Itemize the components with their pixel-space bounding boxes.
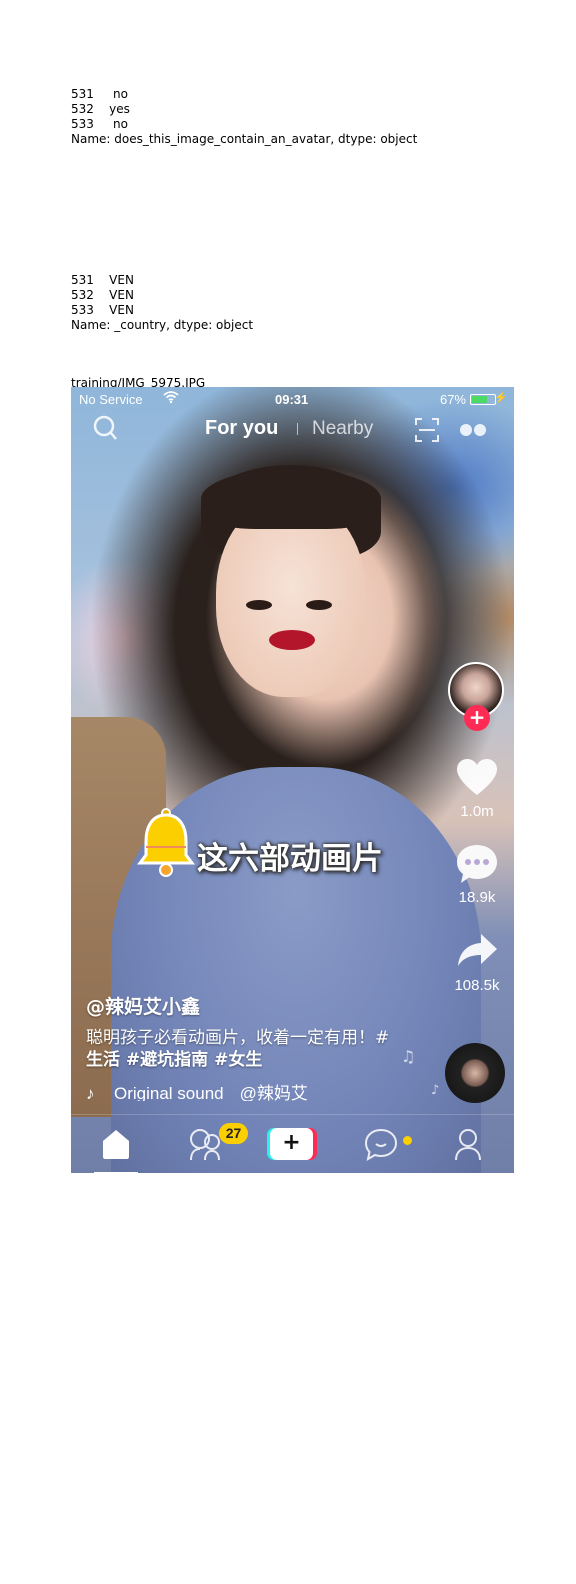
output-block-country: 531 VEN 532 VEN 533 VEN Name: _country, dty… <box>71 273 253 333</box>
carrier-label: No Service <box>79 392 143 407</box>
bottom-tab-bar: 27 + <box>71 1114 514 1173</box>
sound-title: Original sound <box>114 1084 224 1101</box>
heart-icon <box>457 759 497 795</box>
sound-author: @辣妈艾 <box>239 1084 308 1101</box>
charging-bolt-icon: ⚡ <box>494 392 508 404</box>
background-eye <box>306 600 332 610</box>
share-count: 108.5k <box>454 977 500 994</box>
status-bar: No Service 09:31 67% ⚡ <box>71 387 514 411</box>
music-note-icon: ♪ <box>431 1083 440 1098</box>
post-description: 聪明孩子必看动画片，收着一定有用！# 生活 #避坑指南 #女生 <box>86 1027 416 1071</box>
wifi-icon <box>163 390 179 407</box>
output-row: 531 VEN <box>71 273 134 287</box>
clock: 09:31 <box>275 392 309 407</box>
battery-icon <box>470 394 496 405</box>
home-icon[interactable] <box>96 1127 136 1161</box>
post-description-line: 聪明孩子必看动画片，收着一定有用！# <box>86 1028 390 1048</box>
active-tab-indicator <box>94 1172 138 1173</box>
background-eye <box>246 600 272 610</box>
output-name-line: Name: _country, dtype: object <box>71 318 254 332</box>
battery-percent: 67% <box>439 392 466 407</box>
create-icon: + <box>267 1128 317 1160</box>
post-username[interactable]: @辣妈艾小鑫 <box>86 992 416 1019</box>
background-fringe <box>201 469 381 529</box>
output-row: 533 VEN <box>71 303 134 317</box>
inbox-notification-dot <box>403 1136 412 1145</box>
inbox-icon[interactable] <box>361 1127 401 1161</box>
friends-badge: 27 <box>219 1123 248 1144</box>
bell-icon <box>137 808 195 877</box>
search-icon[interactable] <box>93 415 117 443</box>
output-row: 532 VEN <box>71 288 134 302</box>
create-button[interactable]: + <box>267 1128 317 1160</box>
scan-icon[interactable] <box>414 417 440 443</box>
share-button[interactable]: 108.5k <box>442 932 512 994</box>
tab-nearby[interactable]: Nearby <box>312 418 373 440</box>
create-plus: + <box>270 1128 313 1160</box>
more-icon[interactable] <box>459 422 489 438</box>
music-note-icon: ♫ <box>401 1047 416 1066</box>
tiktok-note-icon: ♪ <box>86 1084 95 1101</box>
battery-level-fill <box>472 396 487 403</box>
share-icon <box>458 934 497 966</box>
comment-button[interactable]: 18.9k <box>442 843 512 906</box>
post-info: @辣妈艾小鑫 聪明孩子必看动画片，收着一定有用！# 生活 #避坑指南 #女生 <box>86 992 416 1071</box>
tab-divider <box>297 423 298 435</box>
profile-icon[interactable] <box>447 1127 487 1161</box>
comment-icon <box>457 845 497 883</box>
like-count: 1.0m <box>460 803 494 820</box>
output-row: 531 no <box>71 87 128 101</box>
like-button[interactable]: 1.0m <box>442 757 512 820</box>
sticker-text: 这六部动画片 <box>197 841 383 877</box>
background-lips <box>269 630 315 650</box>
comment-count: 18.9k <box>458 889 496 906</box>
top-nav: For you Nearby <box>71 413 514 447</box>
sound-row[interactable]: ♪ Original sound @辣妈艾 <box>86 1079 416 1101</box>
output-row: 533 no <box>71 117 128 131</box>
follow-button[interactable]: + <box>464 705 490 731</box>
post-hashtags[interactable]: 生活 #避坑指南 #女生 <box>86 1049 416 1071</box>
output-name-line: Name: does_this_image_contain_an_avatar,… <box>71 132 418 146</box>
tab-for-you[interactable]: For you <box>205 417 278 440</box>
music-disc[interactable] <box>445 1043 505 1103</box>
output-row: 532 yes <box>71 102 130 116</box>
phone-screenshot: No Service 09:31 67% ⚡ For you Nearby + … <box>71 387 514 1173</box>
output-block-avatar: 531 no 532 yes 533 no Name: does_this_image… <box>71 87 417 147</box>
